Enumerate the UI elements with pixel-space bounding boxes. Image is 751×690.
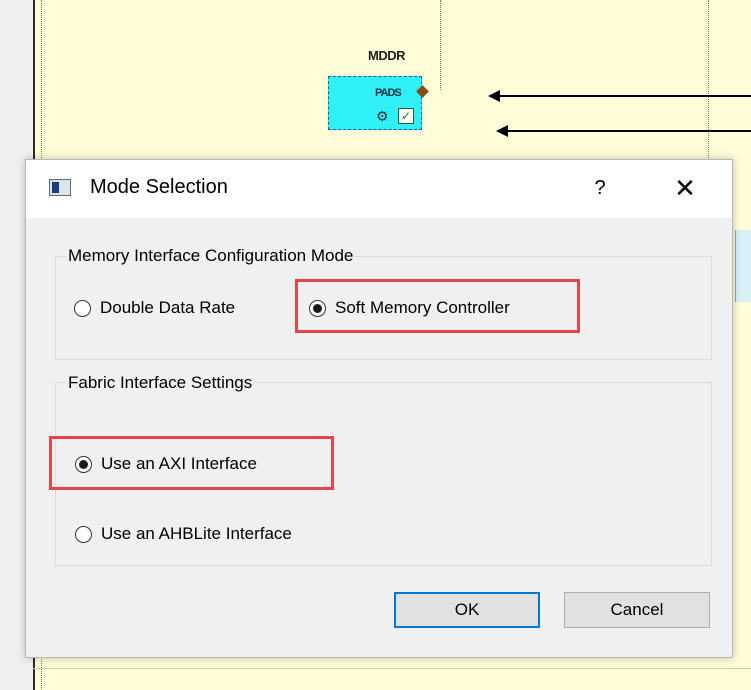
radio-use-axi-interface[interactable]: Use an AXI Interface: [75, 454, 257, 474]
radio-button-icon[interactable]: [74, 299, 91, 317]
check-icon[interactable]: ✓: [398, 108, 414, 124]
fabric-interface-group-label: Fabric Interface Settings: [66, 373, 255, 393]
radio-label: Use an AXI Interface: [101, 454, 257, 473]
pads-port-label: PADS: [375, 87, 402, 99]
app-window-icon: [49, 179, 71, 196]
radio-button-checked-icon[interactable]: [309, 299, 326, 317]
dialog-title: Mode Selection: [90, 176, 228, 198]
radio-button-icon[interactable]: [75, 525, 92, 543]
dialog-titlebar: Mode Selection ? ✕: [26, 160, 732, 218]
side-block: [735, 230, 751, 302]
help-button[interactable]: ?: [586, 174, 614, 202]
mddr-block-title: MDDR: [368, 48, 406, 63]
radio-double-data-rate[interactable]: Double Data Rate: [74, 298, 235, 318]
radio-label: Double Data Rate: [100, 298, 236, 317]
canvas-divider: [33, 668, 751, 669]
radio-label: Soft Memory Controller: [335, 298, 510, 317]
memory-interface-group-label: Memory Interface Configuration Mode: [66, 246, 356, 266]
wire-line: [508, 130, 751, 132]
dotted-grid-line: [708, 0, 709, 160]
mode-selection-dialog: Mode Selection ? ✕ Memory Interface Conf…: [25, 159, 733, 658]
close-button[interactable]: ✕: [669, 173, 701, 203]
radio-soft-memory-controller[interactable]: Soft Memory Controller: [309, 298, 510, 318]
cancel-button[interactable]: Cancel: [564, 592, 710, 628]
dotted-grid-line: [440, 0, 441, 90]
arrow-left-icon: [488, 90, 500, 102]
radio-use-ahblite-interface[interactable]: Use an AHBLite Interface: [75, 524, 292, 544]
ok-button[interactable]: OK: [394, 592, 540, 628]
arrow-left-icon: [496, 125, 508, 137]
wire-line: [500, 95, 751, 97]
gear-icon[interactable]: ⚙: [376, 109, 389, 123]
radio-label: Use an AHBLite Interface: [101, 524, 292, 543]
radio-button-checked-icon[interactable]: [75, 455, 92, 473]
